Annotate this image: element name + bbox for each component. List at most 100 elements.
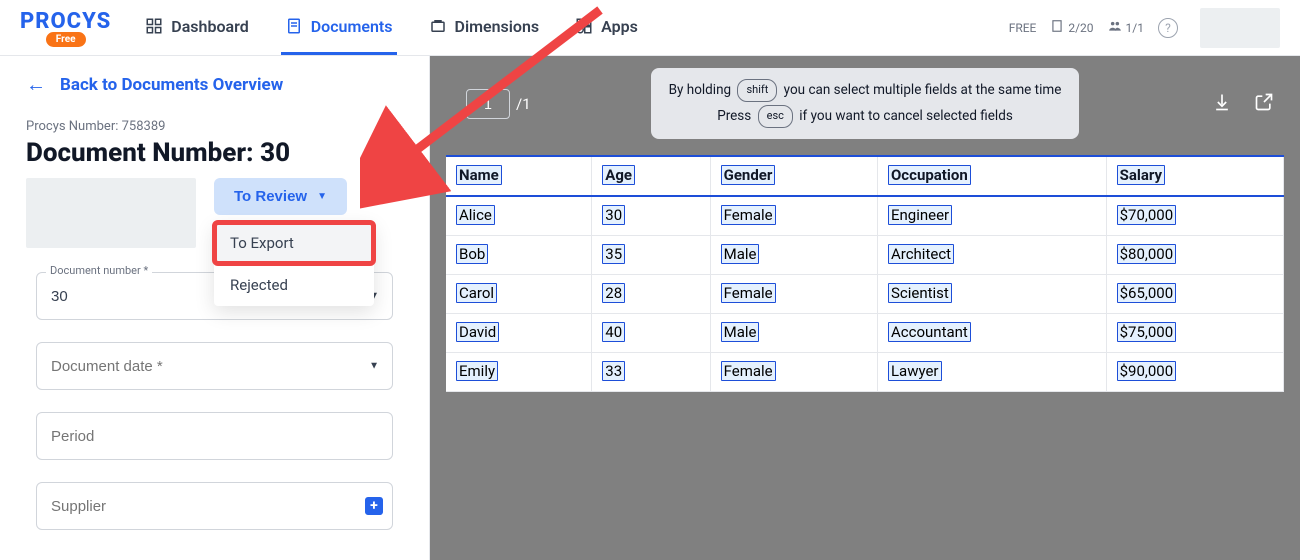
cell[interactable]: Female xyxy=(721,205,776,225)
supplier-input[interactable] xyxy=(36,482,393,530)
cell[interactable]: Lawyer xyxy=(888,361,942,381)
documents-icon xyxy=(285,17,303,35)
user-avatar[interactable] xyxy=(1200,8,1280,48)
left-panel: ← Back to Documents Overview Procys Numb… xyxy=(0,56,430,560)
col-header[interactable]: Occupation xyxy=(888,165,971,185)
open-external-icon[interactable] xyxy=(1254,92,1274,116)
cell[interactable]: Accountant xyxy=(888,322,971,342)
cell[interactable]: Architect xyxy=(888,244,954,264)
nav-label: Apps xyxy=(601,17,638,36)
esc-key-icon: esc xyxy=(758,105,793,128)
main-area: ← Back to Documents Overview Procys Numb… xyxy=(0,56,1300,560)
table-row: Alice 30 Female Engineer $70,000 xyxy=(446,196,1284,236)
nav-label: Dashboard xyxy=(171,17,248,36)
col-header[interactable]: Salary xyxy=(1117,165,1165,185)
status-current-label: To Review xyxy=(234,188,307,205)
doc-title-prefix: Document Number: xyxy=(26,138,254,168)
user-count: 1/1 xyxy=(1126,21,1144,35)
cell[interactable]: $80,000 xyxy=(1117,244,1177,264)
cell[interactable]: $90,000 xyxy=(1117,361,1177,381)
document-content[interactable]: Name Age Gender Occupation Salary Alice … xyxy=(446,155,1284,392)
period-input[interactable] xyxy=(36,412,393,460)
nav-apps[interactable]: Apps xyxy=(571,1,642,55)
selection-hint: By holding shift you can select multiple… xyxy=(651,68,1080,139)
cell[interactable]: $70,000 xyxy=(1117,205,1177,225)
hint-text: By holding xyxy=(669,82,732,98)
data-table: Name Age Gender Occupation Salary Alice … xyxy=(446,155,1284,392)
document-date-input[interactable] xyxy=(36,342,393,390)
page-indicator: /1 xyxy=(466,89,531,119)
logo[interactable]: PROCYS Free xyxy=(20,9,111,47)
hint-text: you can select multiple fields at the sa… xyxy=(784,82,1062,98)
document-viewer: /1 By holding shift you can select multi… xyxy=(430,56,1300,560)
thumb-row: To Review ▼ To Export Rejected xyxy=(0,178,429,248)
col-header[interactable]: Gender xyxy=(721,165,776,185)
cell[interactable]: 35 xyxy=(602,244,625,264)
cell[interactable]: 30 xyxy=(602,205,625,225)
document-title: Document Number: 30 xyxy=(0,134,429,178)
procys-number-label: Procys Number: xyxy=(26,119,118,134)
table-row: Carol 28 Female Scientist $65,000 xyxy=(446,275,1284,314)
cell[interactable]: Emily xyxy=(456,361,498,381)
cell[interactable]: Male xyxy=(721,322,760,342)
cell[interactable]: Male xyxy=(721,244,760,264)
cell[interactable]: David xyxy=(456,322,499,342)
doc-count: 2/20 xyxy=(1068,21,1093,35)
nav-dashboard[interactable]: Dashboard xyxy=(141,1,252,55)
apps-icon xyxy=(575,17,593,35)
page-number-input[interactable] xyxy=(466,89,510,119)
main-nav: Dashboard Documents Dimensions Apps xyxy=(141,1,642,55)
cell[interactable]: Female xyxy=(721,283,776,303)
col-header[interactable]: Age xyxy=(602,165,635,185)
cell[interactable]: Scientist xyxy=(888,283,952,303)
cell[interactable]: Carol xyxy=(456,283,497,303)
table-row: Emily 33 Female Lawyer $90,000 xyxy=(446,353,1284,392)
cell[interactable]: 28 xyxy=(602,283,625,303)
field-period xyxy=(36,412,393,460)
cell[interactable]: Bob xyxy=(456,244,488,264)
chevron-down-icon: ▼ xyxy=(317,191,327,202)
users-icon xyxy=(1108,19,1122,36)
help-icon[interactable]: ? xyxy=(1158,18,1178,38)
nav-dimensions[interactable]: Dimensions xyxy=(425,1,544,55)
status-option-rejected[interactable]: Rejected xyxy=(214,264,374,306)
cell[interactable]: Alice xyxy=(456,205,495,225)
logo-text: PROCYS xyxy=(20,9,111,34)
cell[interactable]: $65,000 xyxy=(1117,283,1177,303)
table-header-row: Name Age Gender Occupation Salary xyxy=(446,156,1284,196)
page-total: /1 xyxy=(516,95,531,113)
top-right: FREE 2/20 1/1 ? xyxy=(1009,8,1280,48)
cell[interactable]: 33 xyxy=(602,361,625,381)
document-thumbnail[interactable] xyxy=(26,178,196,248)
status-menu: To Export Rejected xyxy=(214,222,374,306)
doc-quota[interactable]: 2/20 xyxy=(1050,19,1093,36)
col-header[interactable]: Name xyxy=(456,165,502,185)
nav-label: Dimensions xyxy=(455,17,540,36)
status-dropdown-button[interactable]: To Review ▼ xyxy=(214,178,347,215)
nav-label: Documents xyxy=(311,17,393,36)
cell[interactable]: Engineer xyxy=(888,205,952,225)
field-supplier: + xyxy=(36,482,393,530)
hint-text: Press xyxy=(717,108,751,124)
table-row: David 40 Male Accountant $75,000 xyxy=(446,314,1284,353)
dimensions-icon xyxy=(429,17,447,35)
dashboard-icon xyxy=(145,17,163,35)
download-icon[interactable] xyxy=(1212,92,1232,116)
nav-documents[interactable]: Documents xyxy=(281,1,397,55)
plan-label: FREE xyxy=(1009,21,1037,35)
cell[interactable]: Female xyxy=(721,361,776,381)
procys-number-value: 758389 xyxy=(122,119,166,134)
status-option-to-export[interactable]: To Export xyxy=(214,222,374,264)
doc-icon xyxy=(1050,19,1064,36)
viewer-actions xyxy=(1212,92,1274,116)
cell[interactable]: $75,000 xyxy=(1117,322,1177,342)
viewer-toolbar: /1 By holding shift you can select multi… xyxy=(442,68,1288,139)
add-supplier-button[interactable]: + xyxy=(365,497,383,515)
user-quota[interactable]: 1/1 xyxy=(1108,19,1144,36)
plan-badge: Free xyxy=(46,32,86,47)
doc-title-number: 30 xyxy=(260,138,290,168)
cell[interactable]: 40 xyxy=(602,322,625,342)
table-row: Bob 35 Male Architect $80,000 xyxy=(446,236,1284,275)
back-link[interactable]: ← Back to Documents Overview xyxy=(0,56,429,113)
status-dropdown-wrapper: To Review ▼ To Export Rejected xyxy=(214,178,347,215)
